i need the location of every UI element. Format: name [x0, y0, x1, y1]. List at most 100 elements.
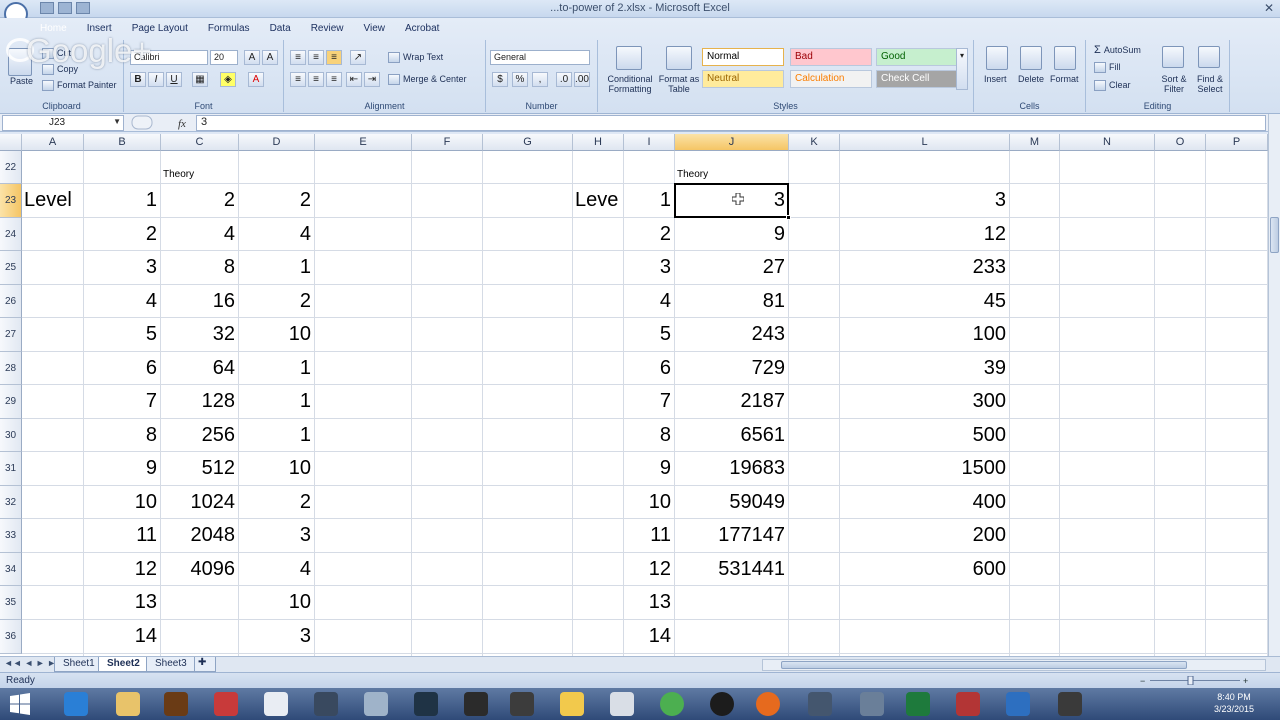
column-header-f[interactable]: F — [412, 134, 483, 151]
style-neutral[interactable]: Neutral — [702, 70, 784, 88]
style-check-cell[interactable]: Check Cell — [876, 70, 958, 88]
tool-icon[interactable] — [860, 692, 884, 716]
column-header-g[interactable]: G — [483, 134, 573, 151]
orientation-icon[interactable]: ↗ — [350, 50, 366, 65]
number-format-select[interactable]: General — [490, 50, 590, 65]
sort-filter-button[interactable]: Sort & Filter — [1156, 74, 1192, 94]
conditional-formatting-icon[interactable] — [616, 46, 642, 70]
document-icon[interactable] — [264, 692, 288, 716]
clock-date[interactable]: 3/23/2015 — [1214, 704, 1254, 714]
style-bad[interactable]: Bad — [790, 48, 872, 66]
sort-filter-icon[interactable] — [1162, 46, 1184, 68]
column-header-d[interactable]: D — [239, 134, 315, 151]
row-header-29[interactable]: 29 — [0, 385, 22, 419]
insert-sheet-icon[interactable]: ✚ — [194, 657, 216, 672]
align-middle-icon[interactable]: ≡ — [308, 50, 324, 65]
percent-icon[interactable]: % — [512, 72, 528, 87]
column-header-c[interactable]: C — [161, 134, 239, 151]
column-header-p[interactable]: P — [1206, 134, 1268, 151]
row-header-35[interactable]: 35 — [0, 586, 22, 620]
calculator-icon[interactable] — [610, 692, 634, 716]
layers-icon[interactable] — [1058, 692, 1082, 716]
file-explorer-icon[interactable] — [116, 692, 140, 716]
tab-sheet2[interactable]: Sheet2 — [98, 657, 149, 672]
clear-button[interactable]: Clear — [1094, 80, 1131, 92]
toolbox-icon[interactable] — [956, 692, 980, 716]
comma-icon[interactable]: , — [532, 72, 548, 87]
insert-cells-icon[interactable] — [986, 46, 1008, 70]
row-header-27[interactable]: 27 — [0, 318, 22, 352]
styles-more-icon[interactable]: ▾ — [956, 48, 968, 90]
delete-button[interactable]: Delete — [1018, 74, 1044, 84]
column-header-b[interactable]: B — [84, 134, 161, 151]
row-header-33[interactable]: 33 — [0, 519, 22, 553]
format-button[interactable]: Format — [1050, 74, 1079, 84]
align-right-icon[interactable]: ≡ — [326, 72, 342, 87]
app-icon[interactable] — [314, 692, 338, 716]
insert-button[interactable]: Insert — [984, 74, 1007, 84]
zoom-slider[interactable]: − + — [1140, 676, 1250, 685]
utility-icon[interactable] — [808, 692, 832, 716]
shrink-font-icon[interactable]: A — [262, 50, 278, 65]
row-header-32[interactable]: 32 — [0, 486, 22, 519]
vertical-scroll-thumb[interactable] — [1270, 217, 1279, 253]
tab-data[interactable]: Data — [260, 22, 301, 38]
tab-review[interactable]: Review — [301, 22, 354, 38]
worksheet-grid[interactable]: ABCDEFGHIJKLMNOP 22 23 24 25 26 27 28 29 30 31 32 3… — [0, 134, 1268, 656]
fx-icon[interactable]: fx — [130, 115, 200, 131]
column-header-i[interactable]: I — [624, 134, 675, 151]
calendar-icon[interactable] — [1006, 692, 1030, 716]
row-header-28[interactable]: 28 — [0, 352, 22, 385]
row-header-30[interactable]: 30 — [0, 419, 22, 452]
internet-explorer-icon[interactable] — [64, 692, 88, 716]
ball-icon[interactable] — [710, 692, 734, 716]
delete-cells-icon[interactable] — [1020, 46, 1042, 70]
fill-button[interactable]: Fill — [1094, 62, 1121, 74]
increase-decimal-icon[interactable]: .0 — [556, 72, 572, 87]
style-good[interactable]: Good — [876, 48, 958, 66]
format-as-table-icon[interactable] — [666, 46, 692, 70]
merge-center-button[interactable]: Merge & Center — [388, 74, 467, 86]
column-header-o[interactable]: O — [1155, 134, 1206, 151]
lightroom-icon[interactable] — [414, 692, 438, 716]
style-calculation[interactable]: Calculation — [790, 70, 872, 88]
row-header-25[interactable]: 25 — [0, 251, 22, 285]
column-header-n[interactable]: N — [1060, 134, 1155, 151]
column-header-m[interactable]: M — [1010, 134, 1060, 151]
excel-icon[interactable] — [906, 692, 930, 716]
decrease-decimal-icon[interactable]: .00 — [574, 72, 590, 87]
media-icon[interactable] — [510, 692, 534, 716]
binoculars-icon[interactable] — [1198, 46, 1220, 68]
firefox-icon[interactable] — [756, 692, 780, 716]
font-color-icon[interactable]: A — [248, 72, 264, 87]
align-left-icon[interactable]: ≡ — [290, 72, 306, 87]
close-icon[interactable]: ✕ — [1264, 1, 1274, 15]
tab-sheet1[interactable]: Sheet1 — [54, 657, 104, 672]
column-header-k[interactable]: K — [789, 134, 840, 151]
grow-font-icon[interactable]: A — [244, 50, 260, 65]
horizontal-scroll-thumb[interactable] — [781, 661, 1187, 669]
format-cells-icon[interactable] — [1054, 46, 1076, 70]
wrap-text-button[interactable]: Wrap Text — [388, 52, 443, 64]
horizontal-scrollbar[interactable] — [762, 659, 1266, 671]
increase-indent-icon[interactable]: ⇥ — [364, 72, 380, 87]
autosum-button[interactable]: Σ AutoSum — [1094, 44, 1141, 56]
row-header-34[interactable]: 34 — [0, 553, 22, 586]
column-header-l[interactable]: L — [840, 134, 1010, 151]
row-header-36[interactable]: 36 — [0, 620, 22, 654]
row-header-26[interactable]: 26 — [0, 285, 22, 318]
tab-acrobat[interactable]: Acrobat — [395, 22, 449, 38]
align-top-icon[interactable]: ≡ — [290, 50, 306, 65]
style-normal[interactable]: Normal — [702, 48, 784, 66]
column-header-a[interactable]: A — [22, 134, 84, 151]
row-header-23[interactable]: 23 — [0, 184, 22, 218]
tab-view[interactable]: View — [353, 22, 395, 38]
pen-tool-icon[interactable] — [364, 692, 388, 716]
formula-input[interactable]: 3 — [196, 115, 1266, 131]
column-header-e[interactable]: E — [315, 134, 412, 151]
row-header-31[interactable]: 31 — [0, 452, 22, 486]
vertical-scrollbar[interactable] — [1268, 114, 1280, 656]
currency-icon[interactable]: $ — [492, 72, 508, 87]
tab-sheet3[interactable]: Sheet3 — [146, 657, 196, 672]
sticky-notes-icon[interactable] — [560, 692, 584, 716]
